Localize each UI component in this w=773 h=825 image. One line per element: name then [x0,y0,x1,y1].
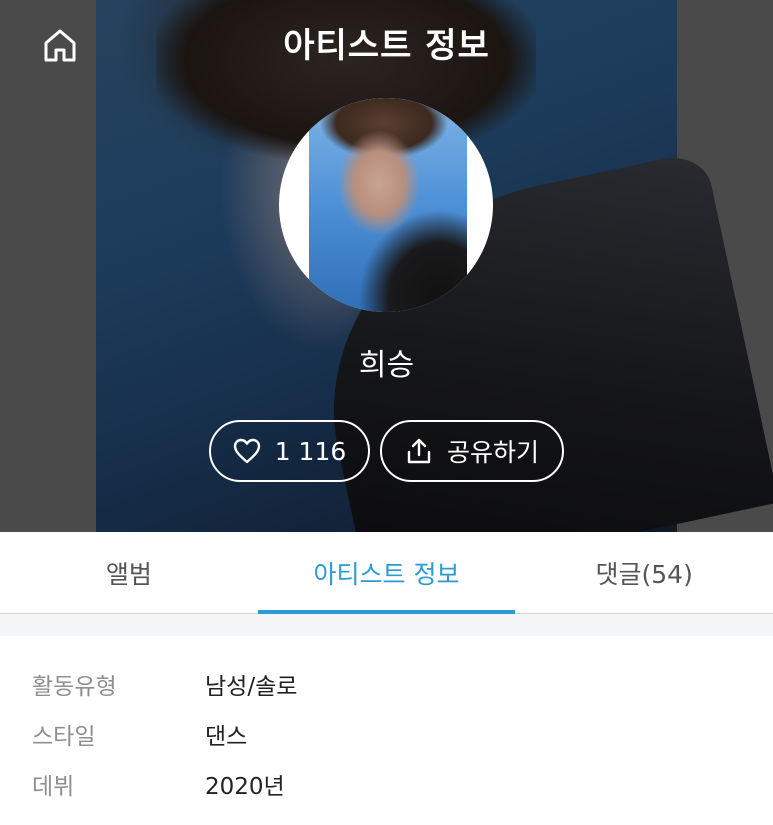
section-divider [0,614,773,636]
artist-name: 희승 [358,348,415,383]
share-button[interactable]: 공유하기 [380,420,564,482]
tab-label: 아티스트 정보 [313,559,460,589]
artist-avatar [279,98,493,312]
artist-avatar-photo [309,98,467,312]
info-value: 댄스 [205,724,248,750]
tab-artist-info[interactable]: 아티스트 정보 [257,532,516,614]
tab-album[interactable]: 앨범 [0,532,258,613]
tab-comments[interactable]: 댓글(54) [515,532,773,613]
like-button[interactable]: 1 116 [209,420,370,482]
heart-icon [233,438,260,464]
info-label: 데뷔 [32,774,75,800]
info-label: 스타일 [32,724,96,750]
tab-label: 댓글(54) [595,559,693,589]
page-title: 아티스트 정보 [283,26,490,66]
info-label: 활동유형 [32,674,117,700]
info-value: 2020년 [205,774,285,800]
artist-hero: 아티스트 정보 희승 1 116 공유하기 [0,0,773,532]
like-count: 1 116 [274,436,347,466]
tab-bar: 앨범 아티스트 정보 댓글(54) [0,532,773,614]
share-icon [407,438,431,464]
tab-label: 앨범 [105,559,152,589]
info-value: 남성/솔로 [205,674,298,700]
share-label: 공유하기 [446,438,539,467]
